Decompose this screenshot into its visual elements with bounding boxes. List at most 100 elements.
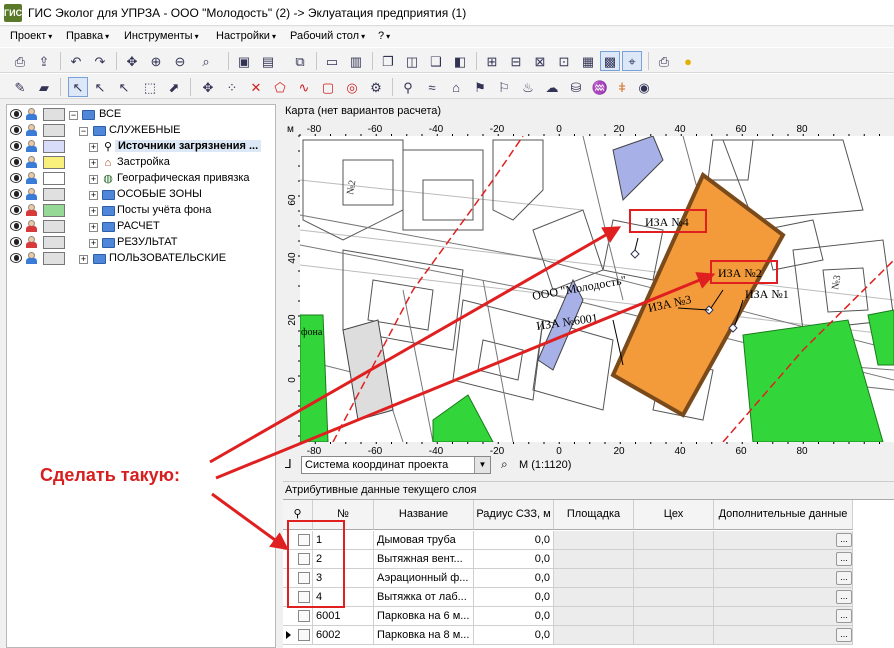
menu-settings[interactable]: Настройки ▾ <box>216 30 276 42</box>
row-select-cell[interactable] <box>283 550 313 569</box>
table-add-icon[interactable]: ⊞ <box>482 51 502 71</box>
menu-tools[interactable]: Инструменты ▾ <box>124 30 199 42</box>
select-node-icon[interactable]: ⬚ <box>140 77 160 97</box>
row-checkbox[interactable] <box>298 534 310 546</box>
layer-copy-icon[interactable]: ⧉ <box>290 51 310 71</box>
visibility-eye-icon[interactable] <box>10 221 22 231</box>
circle-icon[interactable]: ◎ <box>342 77 362 97</box>
menu-project[interactable]: Проект ▾ <box>10 30 52 42</box>
layer-b-icon[interactable]: ▥ <box>346 51 366 71</box>
point-source-icon[interactable]: ⚲ <box>398 77 418 97</box>
map-canvas[interactable]: м -80 -60 -40 -20 0 20 40 60 80 -80 -60 … <box>283 120 894 460</box>
menu-desktop[interactable]: Рабочий стол ▾ <box>290 30 365 42</box>
cell-shop[interactable] <box>634 550 714 569</box>
undo-icon[interactable]: ↶ <box>66 51 86 71</box>
row-checkbox[interactable] <box>298 610 310 622</box>
row-select-cell[interactable] <box>283 588 313 607</box>
cell-site[interactable] <box>554 588 634 607</box>
row-checkbox[interactable] <box>298 591 310 603</box>
ellipsis-button[interactable]: ... <box>836 552 852 566</box>
eraser-icon[interactable]: ▰ <box>34 77 54 97</box>
gear-icon[interactable]: ⚙ <box>366 77 386 97</box>
window-d-icon[interactable]: ◧ <box>450 51 470 71</box>
cell-number[interactable]: 2 <box>313 550 374 569</box>
grid-select-icon[interactable]: ▩ <box>600 51 620 71</box>
column-header[interactable]: Дополнительные данные <box>714 500 853 530</box>
tree-item-result[interactable]: + РЕЗУЛЬТАТ <box>7 235 275 251</box>
table-row[interactable]: 6001 Парковка на 6 м... 0,0 ... <box>283 607 853 626</box>
visibility-eye-icon[interactable] <box>10 189 22 199</box>
ellipsis-button[interactable]: ... <box>836 609 852 623</box>
ellipsis-button[interactable]: ... <box>836 590 852 604</box>
select-move-icon[interactable]: ⬈ <box>164 77 184 97</box>
cell-extra[interactable] <box>714 626 853 645</box>
tree-item-geo[interactable]: + ◍ Географическая привязка <box>7 171 275 187</box>
pointer-alt-icon[interactable]: ↖ <box>90 77 110 97</box>
expand-icon[interactable]: + <box>89 159 98 168</box>
cell-name[interactable]: Парковка на 8 м... <box>374 626 474 645</box>
column-header[interactable]: Название <box>374 500 474 530</box>
tree-item-service[interactable]: − СЛУЖЕБНЫЕ <box>7 123 275 139</box>
cell-shop[interactable] <box>634 588 714 607</box>
cell-radius[interactable]: 0,0 <box>474 626 554 645</box>
column-header[interactable]: Радиус СЗЗ, м <box>474 500 554 530</box>
map-content[interactable]: №2 №3 фона ИЗА №4 ИЗА №2 ИЗА №1 ИЗА №3 И… <box>300 136 894 442</box>
cell-number[interactable]: 6002 <box>313 626 374 645</box>
export-icon[interactable]: ⇪ <box>34 51 54 71</box>
cell-extra[interactable] <box>714 569 853 588</box>
lock-user-icon[interactable] <box>25 156 37 169</box>
cell-site[interactable] <box>554 569 634 588</box>
cell-number[interactable]: 3 <box>313 569 374 588</box>
pointer-b-icon[interactable]: ↖ <box>114 77 134 97</box>
window-b-icon[interactable]: ◫ <box>402 51 422 71</box>
table-a-icon[interactable]: ⊠ <box>530 51 550 71</box>
visibility-eye-icon[interactable] <box>10 237 22 247</box>
table-c-icon[interactable]: ▦ <box>578 51 598 71</box>
pan-icon[interactable]: ✥ <box>122 51 142 71</box>
lock-user-icon[interactable] <box>25 188 37 201</box>
column-header[interactable]: Цех <box>634 500 714 530</box>
tree-item-buildings[interactable]: + ⌂ Застройка <box>7 155 275 171</box>
visibility-eye-icon[interactable] <box>10 141 22 151</box>
line-source-icon[interactable]: ≈ <box>422 77 442 97</box>
cell-site[interactable] <box>554 626 634 645</box>
polygon-icon[interactable]: ⬠ <box>270 77 290 97</box>
ellipsis-button[interactable]: ... <box>836 628 852 642</box>
cell-extra[interactable] <box>714 550 853 569</box>
cell-site[interactable] <box>554 531 634 550</box>
table-row[interactable]: 3 Аэрационный ф... 0,0 ... <box>283 569 853 588</box>
lock-user-icon[interactable] <box>25 108 37 121</box>
table-row[interactable]: 6002 Парковка на 8 м... 0,0 ... <box>283 626 853 645</box>
map-svg[interactable]: м -80 -60 -40 -20 0 20 40 60 80 -80 -60 … <box>283 120 894 460</box>
row-select-cell[interactable] <box>283 626 313 645</box>
visibility-eye-icon[interactable] <box>10 125 22 135</box>
cell-radius[interactable]: 0,0 <box>474 550 554 569</box>
node-icon[interactable]: ⁘ <box>222 77 242 97</box>
row-checkbox[interactable] <box>298 553 310 565</box>
row-select-cell[interactable] <box>283 531 313 550</box>
coordinate-system-select[interactable]: Система координат проекта ▼ <box>301 456 491 474</box>
source-e-icon[interactable]: ⛁ <box>566 77 586 97</box>
lock-user-icon[interactable] <box>25 204 37 217</box>
cell-extra[interactable] <box>714 588 853 607</box>
source-c-icon[interactable]: ♨ <box>518 77 538 97</box>
cell-shop[interactable] <box>634 569 714 588</box>
lock-user-icon[interactable] <box>25 220 37 233</box>
expand-icon[interactable]: + <box>89 207 98 216</box>
cell-name[interactable]: Парковка на 6 м... <box>374 607 474 626</box>
zoom-select-icon[interactable]: ⌕ <box>196 51 216 71</box>
cell-name[interactable]: Аэрационный ф... <box>374 569 474 588</box>
ellipsis-button[interactable]: ... <box>836 533 852 547</box>
lock-user-icon[interactable] <box>25 140 37 153</box>
visibility-eye-icon[interactable] <box>10 109 22 119</box>
cell-site[interactable] <box>554 607 634 626</box>
cell-name[interactable]: Вытяжка от лаб... <box>374 588 474 607</box>
menu-edit[interactable]: Правка ▾ <box>66 30 109 42</box>
window-a-icon[interactable]: ❐ <box>378 51 398 71</box>
line-icon[interactable]: ∿ <box>294 77 314 97</box>
dropdown-arrow-icon[interactable]: ▼ <box>474 457 490 473</box>
cell-number[interactable]: 4 <box>313 588 374 607</box>
cell-number[interactable]: 6001 <box>313 607 374 626</box>
cell-radius[interactable]: 0,0 <box>474 607 554 626</box>
pencil-icon[interactable]: ✎ <box>10 77 30 97</box>
